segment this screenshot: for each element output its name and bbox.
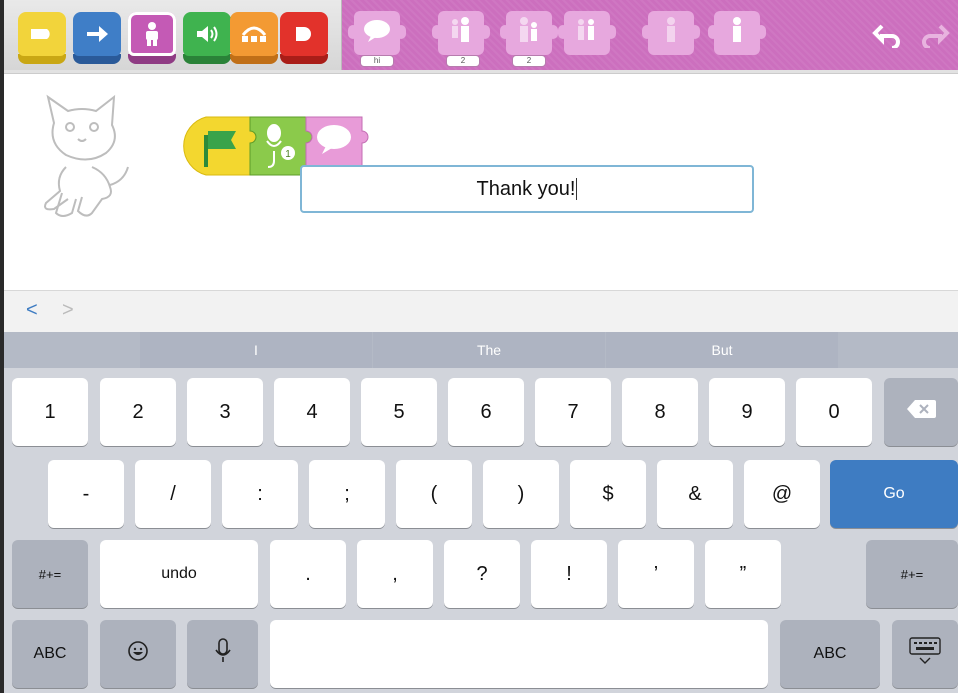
previous-field-button[interactable]: < (26, 299, 38, 322)
key-5[interactable]: 5 (361, 378, 437, 446)
delete-icon (906, 399, 936, 425)
key-open-paren[interactable]: ( (396, 460, 472, 528)
key-0[interactable]: 0 (796, 378, 872, 446)
speaker-icon (183, 12, 231, 56)
key-9[interactable]: 9 (709, 378, 785, 446)
keyboard-nav-bar: < > (4, 290, 958, 332)
end-icon (280, 12, 328, 56)
reset-size-icon (572, 16, 602, 51)
key-semicolon[interactable]: ; (309, 460, 385, 528)
key-1[interactable]: 1 (12, 378, 88, 446)
redo-icon[interactable] (916, 18, 950, 53)
symbols-key-left[interactable]: #+= (12, 540, 88, 608)
palette-show-block[interactable] (708, 11, 766, 55)
speech-bubble-icon (362, 18, 392, 49)
palette-grow-block[interactable] (432, 11, 490, 55)
key-comma[interactable]: , (357, 540, 433, 608)
key-question[interactable]: ? (444, 540, 520, 608)
grow-icon (446, 16, 476, 51)
category-control-button[interactable] (230, 12, 278, 64)
key-6[interactable]: 6 (448, 378, 524, 446)
symbols-key-right[interactable]: #+= (866, 540, 958, 608)
say-text-value: Thank you! (476, 177, 576, 200)
dismiss-keyboard-key[interactable] (892, 620, 958, 688)
space-bar[interactable] (270, 620, 768, 688)
key-4[interactable]: 4 (274, 378, 350, 446)
sound-number-label: 1 (285, 149, 291, 160)
abc-key-right[interactable]: ABC (780, 620, 880, 688)
undo-key[interactable]: undo (100, 540, 258, 608)
key-ampersand[interactable]: & (657, 460, 733, 528)
palette-say-block[interactable] (348, 11, 406, 55)
toolbar-divider (4, 70, 958, 74)
palette-hide-block[interactable] (642, 11, 700, 55)
key-8[interactable]: 8 (622, 378, 698, 446)
palette-reset-size-block[interactable] (558, 11, 616, 55)
key-close-paren[interactable]: ) (483, 460, 559, 528)
script-area[interactable]: 1 Thank you! (4, 75, 958, 290)
emoji-icon (127, 640, 149, 668)
suggestion-bar: I The But (4, 332, 958, 368)
loop-icon (230, 12, 278, 56)
undo-redo-group (872, 18, 950, 53)
category-triggering-button[interactable] (18, 12, 66, 64)
key-slash[interactable]: / (135, 460, 211, 528)
category-end-button[interactable] (280, 12, 328, 64)
text-caret (576, 178, 578, 200)
trigger-icon (18, 12, 66, 56)
key-3[interactable]: 3 (187, 378, 263, 446)
abc-key-left[interactable]: ABC (12, 620, 88, 688)
go-key[interactable]: Go (830, 460, 958, 528)
category-sound-button[interactable] (183, 12, 231, 64)
next-field-button[interactable]: > (62, 299, 74, 322)
say-text-input[interactable]: Thank you! (300, 165, 754, 213)
key-period[interactable]: . (270, 540, 346, 608)
category-looks-button[interactable] (128, 12, 176, 64)
block-palette: hi 2 2 (342, 0, 958, 70)
key-quote[interactable]: ” (705, 540, 781, 608)
key-apostrophe[interactable]: ’ (618, 540, 694, 608)
key-exclamation[interactable]: ! (531, 540, 607, 608)
suggestion-3[interactable]: But (606, 332, 838, 368)
microphone-icon (214, 638, 231, 670)
on-screen-keyboard: 1 2 3 4 5 6 7 8 9 0 - / : ; ( ) $ & @ Go… (4, 368, 958, 693)
undo-icon[interactable] (872, 18, 906, 53)
key-2[interactable]: 2 (100, 378, 176, 446)
dictation-key[interactable] (187, 620, 258, 688)
arrow-right-icon (73, 12, 121, 56)
key-colon[interactable]: : (222, 460, 298, 528)
app-root: hi 2 2 1 Thank you! < > I The But 1 2 3 … (0, 0, 958, 693)
category-motion-button[interactable] (73, 12, 121, 64)
key-dollar[interactable]: $ (570, 460, 646, 528)
category-bar (4, 0, 342, 70)
person-icon (128, 12, 176, 56)
emoji-key[interactable] (100, 620, 176, 688)
toolbar: hi 2 2 (4, 0, 958, 70)
key-hyphen[interactable]: - (48, 460, 124, 528)
hide-icon (656, 16, 686, 51)
suggestion-1[interactable]: I (140, 332, 372, 368)
grow-block-tag[interactable]: 2 (446, 55, 480, 67)
palette-shrink-block[interactable] (500, 11, 558, 55)
green-flag-block[interactable] (183, 116, 257, 176)
show-icon (722, 16, 752, 51)
suggestion-2[interactable]: The (373, 332, 605, 368)
keyboard-dismiss-icon (908, 636, 942, 672)
cat-sprite[interactable] (32, 93, 132, 228)
key-7[interactable]: 7 (535, 378, 611, 446)
key-at[interactable]: @ (744, 460, 820, 528)
shrink-block-tag[interactable]: 2 (512, 55, 546, 67)
delete-key[interactable] (884, 378, 958, 446)
say-block-tag[interactable]: hi (360, 55, 394, 67)
shrink-icon (514, 16, 544, 51)
